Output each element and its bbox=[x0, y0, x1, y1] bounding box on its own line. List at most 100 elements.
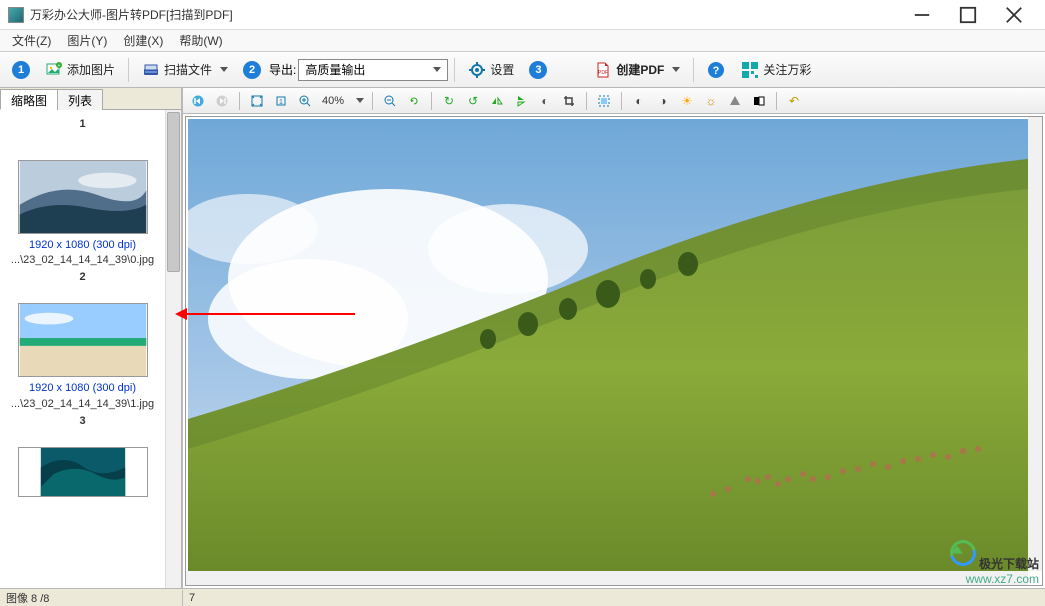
scrollbar-thumb[interactable] bbox=[167, 112, 180, 272]
svg-text:+: + bbox=[58, 63, 61, 69]
help-button[interactable]: ? bbox=[700, 57, 732, 83]
about-label: 关注万彩 bbox=[763, 61, 811, 78]
export-quality-value: 高质量输出 bbox=[305, 61, 365, 78]
minimize-button[interactable] bbox=[899, 0, 945, 30]
thumbnail-item[interactable] bbox=[8, 303, 157, 377]
scan-file-button[interactable]: 扫描文件 bbox=[135, 57, 235, 83]
zoom-level: 40% bbox=[320, 95, 346, 107]
rotate-ccw-icon[interactable]: ↺ bbox=[464, 92, 482, 110]
grayscale-icon[interactable] bbox=[726, 92, 744, 110]
tab-thumbnails[interactable]: 缩略图 bbox=[0, 89, 58, 110]
actual-size-icon[interactable]: 1 bbox=[272, 92, 290, 110]
thumb-caption: 1920 x 1080 (300 dpi) bbox=[8, 238, 157, 252]
thumb-page-num: 2 bbox=[8, 271, 157, 283]
status-page: 7 bbox=[183, 592, 1045, 604]
brightness-down-icon[interactable]: ☼ bbox=[702, 92, 720, 110]
watermark-url: www.xz7.com bbox=[966, 572, 1039, 586]
separator bbox=[128, 58, 129, 82]
statusbar: 图像 8 /8 7 bbox=[0, 588, 1045, 606]
app-icon bbox=[8, 7, 24, 23]
thumbnail-image bbox=[18, 160, 148, 234]
main-panel: 1 40% ↻ ↺ ◐ ◐ ◑ ☀ ☼ ↶ bbox=[183, 88, 1045, 588]
maximize-button[interactable] bbox=[945, 0, 991, 30]
watermark-logo-icon bbox=[945, 535, 981, 571]
flip-v-icon[interactable] bbox=[512, 92, 530, 110]
annotation-arrow bbox=[185, 313, 355, 315]
undo-icon[interactable]: ↶ bbox=[785, 92, 803, 110]
export-label: 导出: bbox=[269, 61, 296, 78]
create-pdf-button[interactable]: PDF 创建PDF bbox=[587, 57, 687, 83]
thumbnail-image bbox=[18, 303, 148, 377]
separator bbox=[454, 58, 455, 82]
thumb-path: ...\23_02_14_14_14_39\1.jpg bbox=[8, 398, 157, 411]
step-3-badge: 3 bbox=[529, 61, 547, 79]
main-toolbar: 1 + 添加图片 扫描文件 2 导出: 高质量输出 设置 3 PDF 创建PDF… bbox=[0, 52, 1045, 88]
window-title: 万彩办公大师-图片转PDF[扫描到PDF] bbox=[30, 6, 899, 23]
menu-help[interactable]: 帮助(W) bbox=[171, 30, 230, 51]
tab-list[interactable]: 列表 bbox=[57, 89, 103, 110]
image-toolbar: 1 40% ↻ ↺ ◐ ◐ ◑ ☀ ☼ ↶ bbox=[183, 88, 1045, 114]
thumbnail-panel: 缩略图 列表 1 1920 x 1080 (300 dpi) ...\23_02… bbox=[0, 88, 183, 588]
thumb-page-num: 1 bbox=[8, 118, 157, 130]
image-preview[interactable] bbox=[185, 116, 1043, 586]
thumb-scrollbar[interactable] bbox=[165, 110, 181, 588]
zoom-out-icon[interactable] bbox=[381, 92, 399, 110]
first-page-icon[interactable] bbox=[189, 92, 207, 110]
menu-create[interactable]: 创建(X) bbox=[115, 30, 171, 51]
qr-icon bbox=[741, 61, 759, 79]
zoom-dropdown[interactable] bbox=[356, 98, 364, 103]
menubar: 文件(Z) 图片(Y) 创建(X) 帮助(W) bbox=[0, 30, 1045, 52]
preview-image bbox=[188, 119, 1028, 575]
bw-icon[interactable] bbox=[750, 92, 768, 110]
menu-file[interactable]: 文件(Z) bbox=[4, 30, 59, 51]
last-page-icon[interactable] bbox=[213, 92, 231, 110]
scan-file-label: 扫描文件 bbox=[164, 61, 212, 78]
left-tabs: 缩略图 列表 bbox=[0, 88, 181, 110]
add-image-button[interactable]: + 添加图片 bbox=[38, 57, 122, 83]
chevron-down-icon bbox=[672, 67, 680, 72]
contrast-icon[interactable]: ◐ bbox=[630, 92, 648, 110]
fit-window-icon[interactable] bbox=[248, 92, 266, 110]
help-icon: ? bbox=[707, 61, 725, 79]
content: 缩略图 列表 1 1920 x 1080 (300 dpi) ...\23_02… bbox=[0, 88, 1045, 588]
step-2-badge: 2 bbox=[243, 61, 261, 79]
h-scrollbar[interactable] bbox=[186, 571, 1028, 585]
contrast2-icon[interactable]: ◑ bbox=[654, 92, 672, 110]
scanner-icon bbox=[142, 61, 160, 79]
settings-label: 设置 bbox=[490, 61, 514, 78]
thumbnail-scroll: 1 1920 x 1080 (300 dpi) ...\23_02_14_14_… bbox=[0, 110, 181, 588]
thumb-path: ...\23_02_14_14_14_39\0.jpg bbox=[8, 254, 157, 267]
close-button[interactable] bbox=[991, 0, 1037, 30]
chevron-down-icon bbox=[433, 67, 441, 72]
svg-text:PDF: PDF bbox=[598, 70, 608, 76]
rotate-left-icon[interactable] bbox=[405, 92, 423, 110]
chevron-down-icon bbox=[220, 67, 228, 72]
svg-text:?: ? bbox=[713, 65, 720, 77]
export-quality-combo[interactable]: 高质量输出 bbox=[298, 59, 448, 81]
pdf-icon: PDF bbox=[594, 61, 612, 79]
flip-h-icon[interactable] bbox=[488, 92, 506, 110]
titlebar: 万彩办公大师-图片转PDF[扫描到PDF] bbox=[0, 0, 1045, 30]
thumb-caption: 1920 x 1080 (300 dpi) bbox=[8, 381, 157, 395]
crop-icon[interactable] bbox=[560, 92, 578, 110]
rotate-cw-icon[interactable]: ↻ bbox=[440, 92, 458, 110]
select-icon[interactable] bbox=[595, 92, 613, 110]
deskew-icon[interactable]: ◐ bbox=[536, 92, 554, 110]
zoom-in-icon[interactable] bbox=[296, 92, 314, 110]
thumbnail-item[interactable] bbox=[8, 447, 157, 497]
settings-button[interactable]: 设置 bbox=[461, 57, 521, 83]
about-button[interactable]: 关注万彩 bbox=[734, 57, 818, 83]
thumbnail-item[interactable] bbox=[8, 160, 157, 234]
brightness-up-icon[interactable]: ☀ bbox=[678, 92, 696, 110]
separator bbox=[693, 58, 694, 82]
thumbnail-image bbox=[18, 447, 148, 497]
v-scrollbar[interactable] bbox=[1028, 117, 1042, 571]
thumb-page-num: 3 bbox=[8, 415, 157, 427]
svg-text:1: 1 bbox=[279, 99, 283, 106]
gear-icon bbox=[468, 61, 486, 79]
step-1-badge: 1 bbox=[12, 61, 30, 79]
watermark-text: 极光下载站 bbox=[979, 557, 1039, 571]
create-pdf-label: 创建PDF bbox=[616, 61, 664, 78]
menu-image[interactable]: 图片(Y) bbox=[59, 30, 115, 51]
watermark: 极光下载站 www.xz7.com bbox=[950, 540, 1039, 586]
